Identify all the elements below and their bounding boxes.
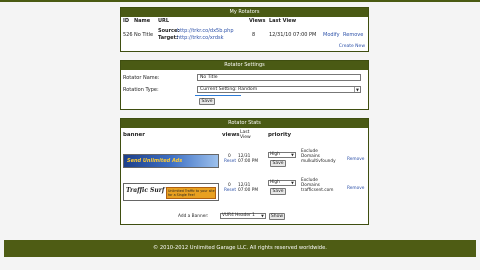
- target-url-link[interactable]: http://trkr.co/xrdsk: [177, 35, 224, 41]
- rotator-stats-panel: Rotator Stats banner views Last View pri…: [120, 118, 369, 225]
- name-row: Rotator Name: No Title: [123, 74, 363, 82]
- rotator-last-view: 12/31/10 07:00 PM: [269, 32, 317, 38]
- rotators-header-row: ID Name URL Views Last View: [121, 17, 368, 26]
- col-last-view: Last View: [240, 130, 251, 140]
- row1-last-time: 07:00 PM: [238, 159, 259, 164]
- col-views: views: [222, 132, 240, 138]
- add-banner-label: Add a Banner:: [178, 214, 209, 219]
- rotators-table: ID Name URL Views Last View 526 No Title…: [121, 17, 368, 46]
- col-url: URL: [158, 18, 170, 24]
- row1-reset-link[interactable]: Reset: [224, 159, 236, 164]
- col-views: Views: [249, 18, 266, 24]
- banner-2-box: Unlimited Traffic to your site for a Sin…: [166, 187, 216, 199]
- footer-copyright: © 2010-2012 Unlimited Garage LLC. All ri…: [153, 245, 327, 251]
- banner-2-text: Unlimited Traffic to your site for a Sin…: [168, 189, 215, 197]
- row2-save-button[interactable]: Save: [270, 188, 286, 195]
- type-row: Rotation Type: Current Setting: Random ▼: [123, 86, 363, 96]
- rotator-views: 8: [252, 32, 256, 38]
- row1-remove-link[interactable]: Remove: [347, 157, 364, 162]
- rotator-name-input[interactable]: No Title: [197, 74, 361, 81]
- add-banner-value: VUR4 Header 1: [222, 213, 255, 218]
- rotator-settings-panel: Rotator Settings Rotator Name: No Title …: [120, 60, 369, 110]
- row2-priority-value: High: [270, 180, 280, 185]
- target-label: Target:: [158, 35, 178, 41]
- col-id: ID: [123, 18, 130, 24]
- table-row: 526 No Title Source: http://trkr.co/dx5b…: [121, 26, 368, 46]
- rotation-type-value: Current Setting: Random: [200, 87, 258, 92]
- col-banner: banner: [123, 132, 145, 138]
- row1-info3: mulkultivfoundy: [301, 159, 336, 164]
- top-accent-bar: [0, 0, 480, 2]
- rotation-type-label: Rotation Type:: [123, 87, 159, 93]
- rotator-name: No Title: [134, 32, 154, 38]
- save-settings-button[interactable]: Save: [199, 98, 215, 105]
- row2-priority-select[interactable]: High ▼: [268, 180, 296, 186]
- rotation-type-select[interactable]: Current Setting: Random ▼: [197, 86, 361, 93]
- rotator-settings-header: Rotator Settings: [121, 61, 368, 70]
- col-name: Name: [134, 18, 151, 24]
- add-banner-select[interactable]: VUR4 Header 1 ▼: [220, 213, 266, 219]
- remove-link[interactable]: Remove: [343, 32, 363, 38]
- source-url-link[interactable]: http://trkr.co/dx5b.php: [177, 28, 234, 34]
- row2-remove-link[interactable]: Remove: [347, 186, 364, 191]
- col-last-view: Last View: [269, 18, 297, 24]
- row1-save-button[interactable]: Save: [270, 160, 286, 167]
- row2-reset-link[interactable]: Reset: [224, 188, 236, 193]
- footer: © 2010-2012 Unlimited Garage LLC. All ri…: [4, 240, 476, 257]
- show-button[interactable]: Show: [269, 213, 285, 220]
- my-rotators-header: My Rotators: [121, 8, 368, 17]
- chevron-down-icon: ▼: [291, 153, 294, 157]
- banner-1-text: Send Unlimited Ads: [127, 158, 183, 164]
- row1-priority-select[interactable]: High ▼: [268, 152, 296, 158]
- rotator-stats-header: Rotator Stats: [121, 119, 368, 128]
- banner-2-image[interactable]: Traffic Surf Unlimited Traffic to your s…: [123, 183, 219, 201]
- chevron-down-icon: ▼: [261, 214, 264, 218]
- row1-priority-value: High: [270, 152, 280, 157]
- create-new-link[interactable]: Create New: [339, 44, 365, 49]
- label-underline: [195, 95, 241, 96]
- rotator-name-label: Rotator Name:: [123, 75, 160, 81]
- banner-2-logo: Traffic Surf: [126, 187, 165, 194]
- chevron-down-icon: ▼: [291, 181, 294, 185]
- row2-info3: trafficsent.com: [301, 188, 334, 193]
- banner-1-image[interactable]: Send Unlimited Ads: [123, 154, 219, 168]
- row2-last-time: 07:00 PM: [238, 188, 259, 193]
- modify-link[interactable]: Modify: [323, 32, 340, 38]
- chevron-down-icon: ▼: [354, 87, 360, 92]
- col-priority: priority: [268, 132, 292, 138]
- rotator-id: 526: [123, 32, 133, 38]
- my-rotators-panel: My Rotators ID Name URL Views Last View …: [120, 7, 369, 52]
